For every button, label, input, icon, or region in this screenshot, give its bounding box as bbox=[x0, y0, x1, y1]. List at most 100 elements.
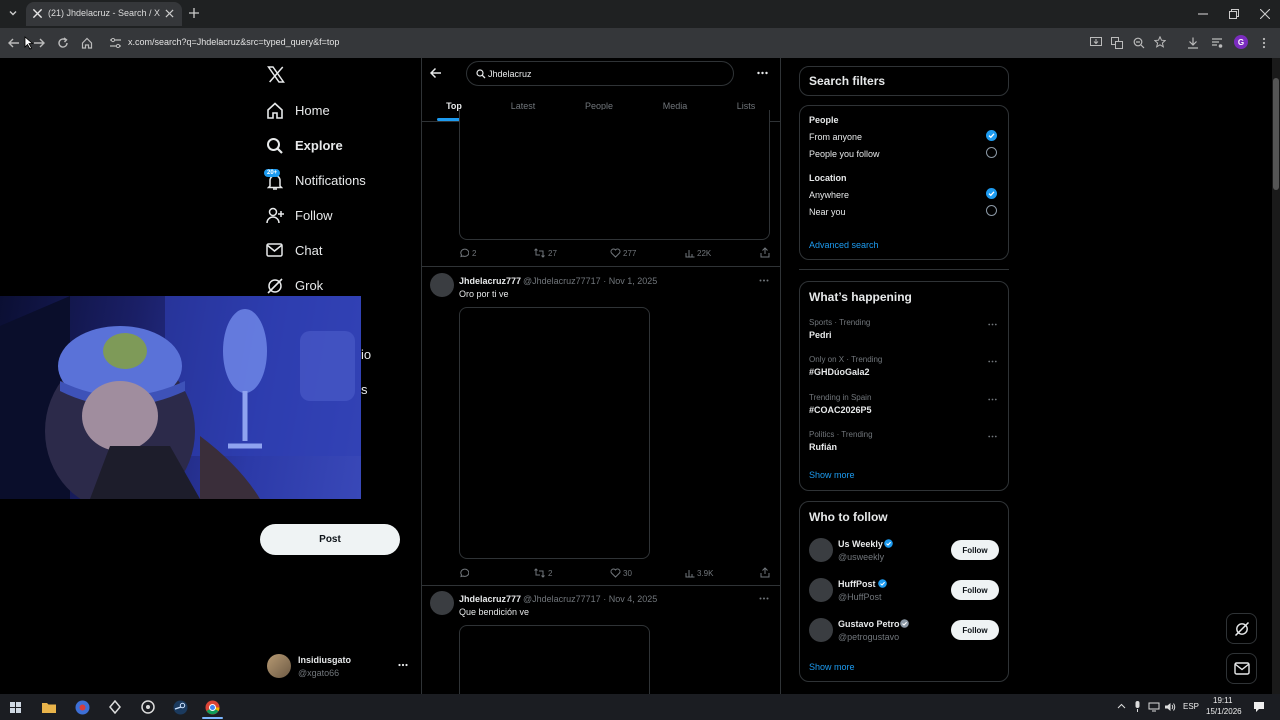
filter-option-label[interactable]: From anyone bbox=[809, 132, 862, 142]
tab-list-chevron-icon[interactable] bbox=[8, 8, 18, 18]
post-media[interactable] bbox=[459, 307, 650, 559]
trending-show-more-link[interactable]: Show more bbox=[809, 470, 855, 480]
avatar[interactable] bbox=[809, 578, 833, 602]
sidebar-item-grok[interactable]: Grok bbox=[266, 275, 396, 297]
post-author-name[interactable]: Jhdelacruz777 bbox=[459, 594, 521, 604]
radio-unselected-icon[interactable] bbox=[986, 147, 997, 158]
page-scrollbar[interactable] bbox=[1272, 58, 1280, 694]
follow-button[interactable]: Follow bbox=[951, 580, 999, 600]
repost-icon[interactable] bbox=[534, 248, 545, 258]
more-icon[interactable] bbox=[988, 398, 997, 401]
x-logo-icon[interactable] bbox=[267, 66, 285, 83]
clock-time[interactable]: 19:11 bbox=[1213, 696, 1232, 705]
tab-close-icon[interactable] bbox=[165, 9, 174, 18]
radio-selected-icon[interactable] bbox=[986, 188, 997, 199]
radio-unselected-icon[interactable] bbox=[986, 205, 997, 216]
back-button[interactable] bbox=[430, 67, 442, 79]
restore-icon[interactable] bbox=[1229, 9, 1239, 19]
avatar[interactable] bbox=[430, 591, 454, 615]
avatar[interactable] bbox=[809, 618, 833, 642]
microphone-icon[interactable] bbox=[1134, 701, 1141, 712]
post-media[interactable] bbox=[459, 625, 650, 694]
clock-date[interactable]: 15/1/2026 bbox=[1206, 707, 1242, 716]
post-more-icon[interactable] bbox=[759, 279, 769, 282]
radio-selected-icon[interactable] bbox=[986, 130, 997, 141]
share-icon[interactable] bbox=[760, 247, 770, 258]
trend-item[interactable]: Only on X · Trending #GHDúoGala2 bbox=[800, 352, 1008, 386]
notifications-center-icon[interactable] bbox=[1253, 701, 1265, 713]
views-icon[interactable] bbox=[685, 248, 695, 258]
avatar[interactable] bbox=[809, 538, 833, 562]
profile-avatar[interactable]: G bbox=[1234, 35, 1248, 49]
search-input[interactable]: Jhdelacruz bbox=[466, 61, 734, 86]
avatar[interactable] bbox=[430, 273, 454, 297]
follow-suggestion[interactable]: HuffPost @HuffPost Follow bbox=[800, 576, 1008, 608]
sidebar-item-follow[interactable]: Follow bbox=[266, 205, 396, 227]
url-text[interactable]: x.com/search?q=Jhdelacruz&src=typed_quer… bbox=[128, 37, 339, 47]
messages-floating-button[interactable] bbox=[1226, 653, 1257, 684]
post-media[interactable] bbox=[459, 110, 770, 240]
translate-icon[interactable] bbox=[1111, 37, 1123, 49]
more-icon[interactable] bbox=[988, 435, 997, 438]
sidebar-item-notifications[interactable]: 20+ Notifications bbox=[264, 169, 396, 192]
close-window-icon[interactable] bbox=[1260, 9, 1270, 19]
advanced-search-link[interactable]: Advanced search bbox=[809, 240, 879, 250]
post-author-handle[interactable]: @Jhdelacruz77717 bbox=[523, 594, 601, 604]
bookmark-star-icon[interactable] bbox=[1154, 36, 1166, 48]
back-arrow-icon[interactable] bbox=[8, 37, 20, 49]
zoom-icon[interactable] bbox=[1133, 37, 1145, 49]
account-switcher[interactable]: Insidiusgato @xgato66 bbox=[266, 652, 412, 682]
sidebar-item-home[interactable]: Home bbox=[266, 100, 396, 122]
app-icon[interactable] bbox=[75, 700, 90, 715]
windows-start-icon[interactable] bbox=[10, 702, 21, 713]
new-tab-icon[interactable] bbox=[189, 8, 199, 18]
network-icon[interactable] bbox=[1148, 702, 1160, 712]
scrollbar-thumb[interactable] bbox=[1273, 78, 1279, 190]
post-button[interactable]: Post bbox=[260, 524, 400, 555]
trend-item[interactable]: Politics · Trending Rufián bbox=[800, 427, 1008, 461]
filter-option-label[interactable]: People you follow bbox=[809, 149, 880, 159]
address-bar[interactable]: x.com/search?q=Jhdelacruz&src=typed_quer… bbox=[104, 32, 1080, 54]
follow-suggestion[interactable]: Us Weekly @usweekly Follow bbox=[800, 536, 1008, 568]
install-app-icon[interactable] bbox=[1090, 37, 1102, 48]
steam-icon[interactable] bbox=[173, 700, 188, 715]
follow-button[interactable]: Follow bbox=[951, 620, 999, 640]
reply-icon[interactable] bbox=[459, 248, 469, 258]
who-to-follow-show-more-link[interactable]: Show more bbox=[809, 662, 855, 672]
language-indicator[interactable]: ESP bbox=[1183, 702, 1199, 711]
grok-floating-button[interactable] bbox=[1226, 613, 1257, 644]
minimize-icon[interactable] bbox=[1198, 9, 1208, 19]
volume-icon[interactable] bbox=[1164, 702, 1176, 712]
reload-icon[interactable] bbox=[57, 37, 69, 49]
post-date[interactable]: Nov 1, 2025 bbox=[609, 276, 658, 286]
trend-item[interactable]: Trending in Spain #COAC2026P5 bbox=[800, 390, 1008, 424]
sidebar-item-explore[interactable]: Explore bbox=[266, 135, 396, 157]
sidebar-item-chat[interactable]: Chat bbox=[266, 240, 396, 262]
reply-icon[interactable] bbox=[459, 568, 469, 578]
like-icon[interactable] bbox=[610, 568, 621, 578]
follow-suggestion[interactable]: Gustavo Petro @petrogustavo Follow bbox=[800, 616, 1008, 648]
browser-menu-icon[interactable] bbox=[1262, 37, 1266, 49]
share-icon[interactable] bbox=[760, 567, 770, 578]
post-date[interactable]: Nov 4, 2025 bbox=[609, 594, 658, 604]
media-controls-icon[interactable] bbox=[1211, 37, 1223, 49]
downloads-icon[interactable] bbox=[1187, 37, 1199, 49]
app-icon[interactable] bbox=[108, 700, 122, 714]
home-icon[interactable] bbox=[81, 37, 93, 49]
app-icon[interactable] bbox=[141, 700, 155, 714]
more-icon[interactable] bbox=[988, 323, 997, 326]
follow-button[interactable]: Follow bbox=[951, 540, 999, 560]
filter-option-label[interactable]: Anywhere bbox=[809, 190, 849, 200]
trend-item[interactable]: Sports · Trending Pedri bbox=[800, 315, 1008, 349]
more-icon[interactable] bbox=[988, 360, 997, 363]
search-options-icon[interactable] bbox=[757, 71, 768, 75]
post-more-icon[interactable] bbox=[759, 597, 769, 600]
repost-icon[interactable] bbox=[534, 568, 545, 578]
chrome-icon[interactable] bbox=[205, 700, 220, 715]
more-icon[interactable] bbox=[398, 663, 408, 667]
filter-option-label[interactable]: Near you bbox=[809, 207, 846, 217]
like-icon[interactable] bbox=[610, 248, 621, 258]
forward-arrow-icon[interactable] bbox=[33, 37, 45, 49]
post-author-name[interactable]: Jhdelacruz777 bbox=[459, 276, 521, 286]
tray-chevron-icon[interactable] bbox=[1117, 703, 1126, 709]
